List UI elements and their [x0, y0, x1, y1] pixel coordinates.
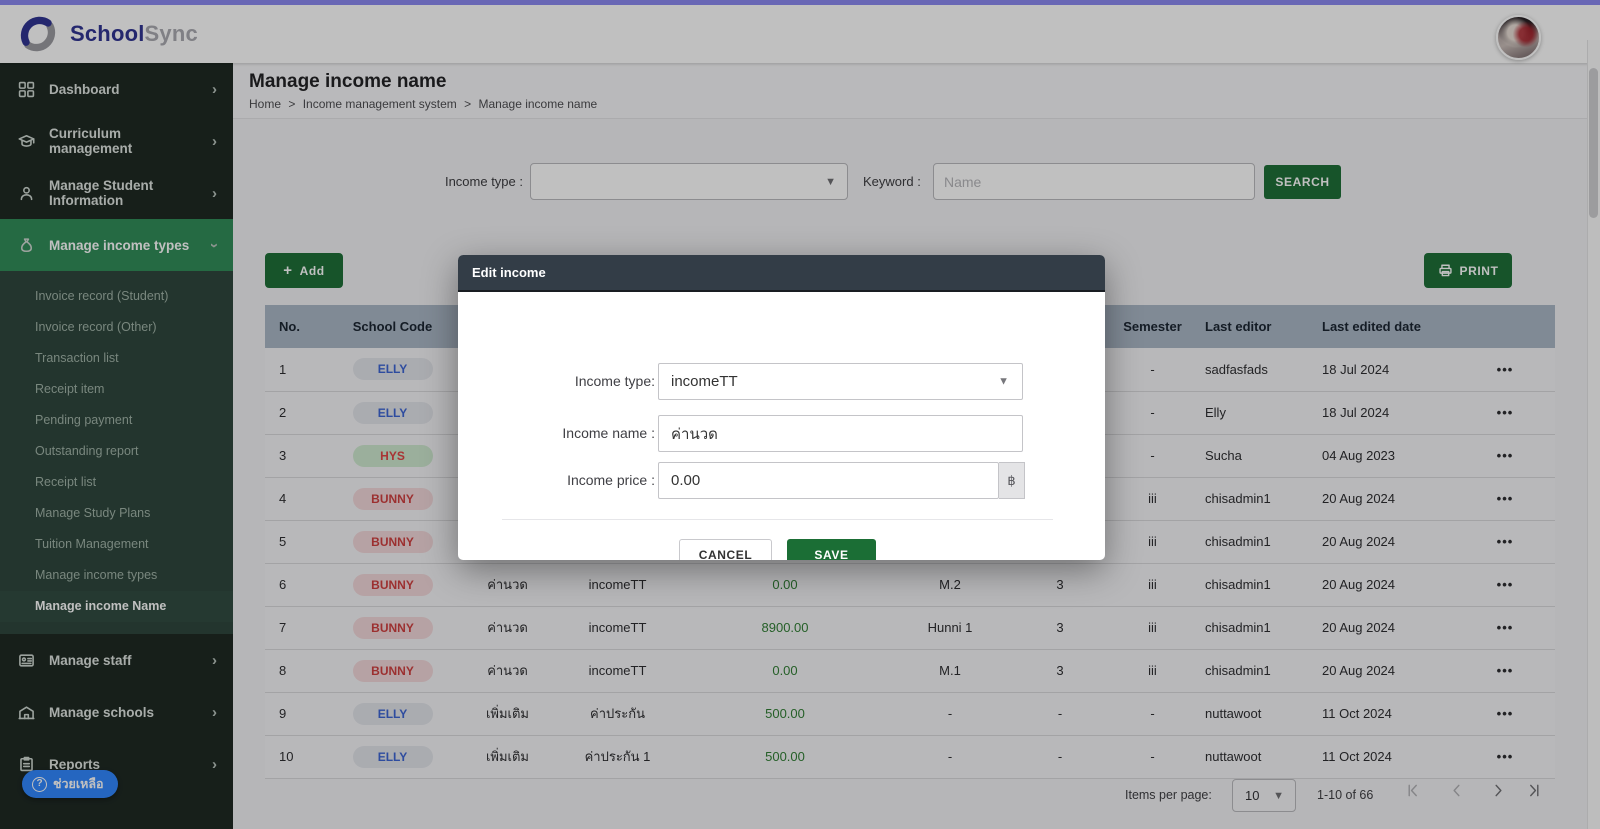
modal-income-type-label: Income type:: [574, 373, 655, 389]
modal-income-price-input[interactable]: [658, 462, 999, 499]
baht-currency-button[interactable]: ฿: [999, 462, 1025, 499]
modal-title: Edit income: [458, 255, 1105, 292]
modal-income-name-input[interactable]: [658, 415, 1023, 452]
modal-income-name-label: Income name :: [562, 425, 655, 441]
modal-divider: [502, 519, 1053, 520]
modal-income-price-label: Income price :: [567, 472, 655, 488]
cancel-button[interactable]: CANCEL: [679, 539, 772, 560]
edit-income-modal: Edit income Income type: incomeTT ▼ Inco…: [458, 255, 1105, 560]
modal-income-type-select[interactable]: incomeTT ▼: [658, 363, 1023, 400]
save-button[interactable]: SAVE: [787, 539, 876, 560]
chevron-down-icon: ▼: [998, 375, 1009, 387]
